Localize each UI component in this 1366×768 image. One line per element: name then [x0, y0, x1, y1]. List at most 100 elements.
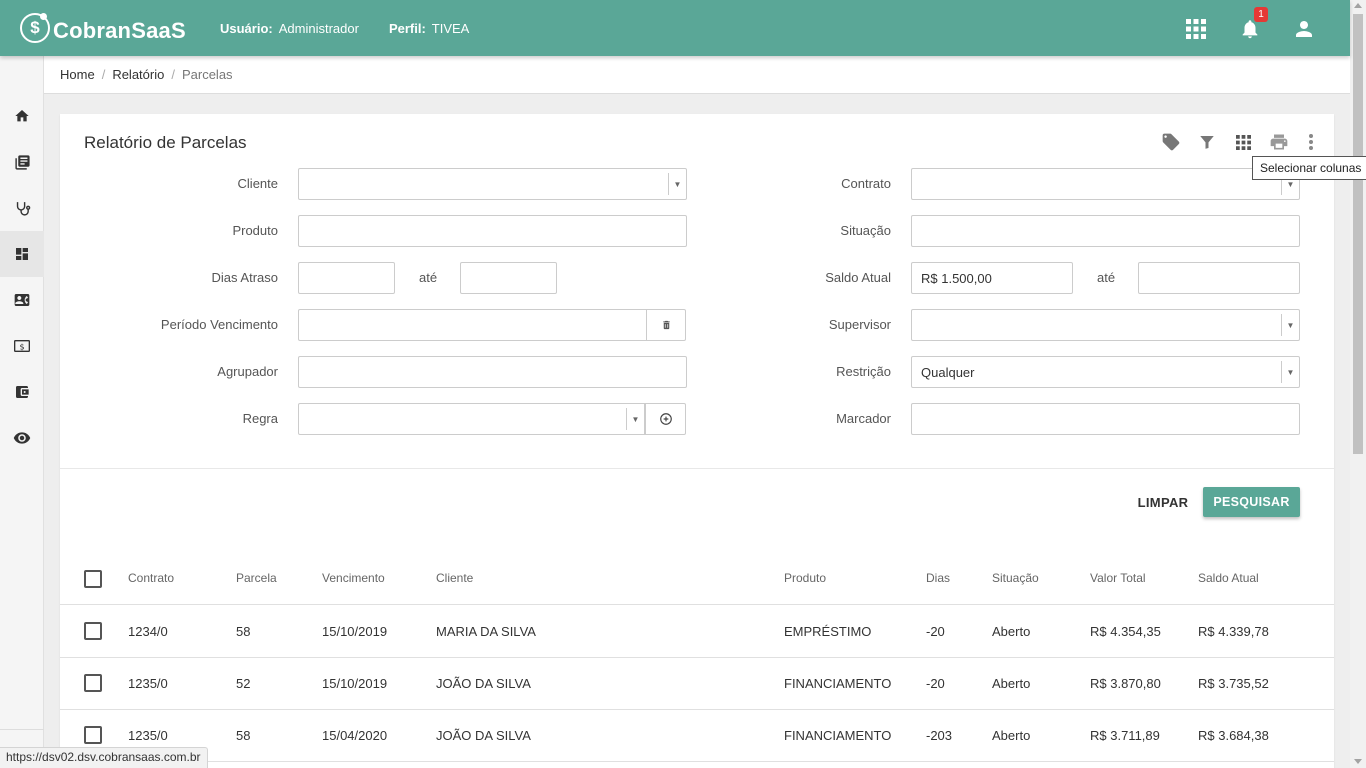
column-header-cliente[interactable]: Cliente [436, 552, 473, 604]
svg-text:$: $ [19, 342, 24, 351]
saldo-atual-label: Saldo Atual [825, 270, 891, 285]
cell-situacao: Aberto [992, 676, 1031, 691]
filter-button[interactable] [1196, 131, 1218, 153]
chevron-down-icon: ▼ [1281, 314, 1299, 336]
page-scrollbar[interactable] [1350, 0, 1366, 768]
scroll-down-arrow-icon[interactable] [1354, 759, 1362, 764]
cell-valor-total: R$ 3.870,80 [1090, 676, 1161, 691]
dias-atraso-to-input[interactable] [460, 262, 557, 294]
eye-icon [13, 432, 31, 444]
column-header-valor-total[interactable]: Valor Total [1090, 552, 1146, 604]
select-all-checkbox[interactable] [84, 570, 102, 588]
produto-input[interactable] [298, 215, 687, 247]
supervisor-select[interactable]: ▼ [911, 309, 1300, 341]
cliente-select[interactable]: ▼ [298, 168, 687, 200]
table-row[interactable]: 1235/0 52 15/10/2019 JOÃO DA SILVA FINAN… [60, 658, 1334, 710]
home-icon [15, 110, 29, 122]
form-divider [60, 468, 1334, 469]
sidebar-item-stethoscope[interactable] [0, 185, 44, 231]
notifications-button[interactable]: 1 [1234, 7, 1268, 44]
add-circle-icon [659, 413, 672, 425]
column-header-saldo-atual[interactable]: Saldo Atual [1198, 552, 1259, 604]
filter-icon [1200, 136, 1214, 149]
saldo-atual-to-input[interactable] [1138, 262, 1300, 294]
periodo-vencimento-label: Período Vencimento [160, 317, 278, 332]
row-checkbox[interactable] [84, 726, 102, 744]
cell-cliente: JOÃO DA SILVA [436, 676, 531, 691]
sidebar-divider [0, 729, 44, 730]
dias-atraso-from-input[interactable] [298, 262, 395, 294]
cell-contrato: 1234/0 [128, 624, 168, 639]
top-app-bar: $ CobranSaaS Usuário: Administrador Perfi… [0, 0, 1350, 56]
clear-button[interactable]: LIMPAR [1135, 487, 1191, 517]
agrupador-input[interactable] [298, 356, 687, 388]
saldo-atual-from-input[interactable]: R$ 1.500,00 [911, 262, 1073, 294]
cell-situacao: Aberto [992, 728, 1031, 743]
user-info-user: Usuário: Administrador [220, 21, 359, 36]
row-checkbox[interactable] [84, 622, 102, 640]
sidebar-item-contacts[interactable] [0, 277, 44, 323]
user-label: Usuário: [220, 21, 273, 36]
app-logo[interactable]: $ CobranSaaS [20, 12, 186, 44]
table-row[interactable]: 1235/0 58 15/04/2020 JOÃO DA SILVA FINAN… [60, 710, 1334, 762]
cell-saldo-atual: R$ 3.684,38 [1198, 728, 1269, 743]
supervisor-label: Supervisor [828, 317, 891, 332]
column-header-vencimento[interactable]: Vencimento [322, 552, 385, 604]
dashboard-icon [16, 248, 28, 260]
clear-period-button[interactable] [646, 309, 686, 341]
breadcrumb-relatorio[interactable]: Relatório [112, 67, 164, 82]
money-icon: $ [14, 340, 30, 352]
page-title: Relatório de Parcelas [84, 133, 247, 152]
apps-button[interactable] [1180, 14, 1212, 44]
book-icon [14, 154, 30, 170]
breadcrumb-current: Parcelas [181, 67, 233, 82]
cell-parcela: 58 [236, 728, 251, 743]
restricao-value: Qualquer [921, 364, 975, 380]
print-button[interactable] [1268, 131, 1290, 153]
column-header-produto[interactable]: Produto [784, 552, 826, 604]
tag-button[interactable] [1160, 131, 1182, 153]
search-button[interactable]: PESQUISAR [1203, 487, 1300, 517]
sidebar-item-view[interactable] [0, 415, 44, 461]
cell-parcela: 52 [236, 676, 251, 691]
periodo-vencimento-input[interactable] [298, 309, 647, 341]
regra-add-button[interactable] [645, 403, 686, 435]
table-row[interactable]: 1234/0 58 15/10/2019 MARIA DA SILVA EMPR… [60, 606, 1334, 658]
produto-label: Produto [232, 223, 278, 238]
stethoscope-icon [16, 201, 30, 216]
user-info-profile: Perfil: TIVEA [389, 21, 469, 36]
restricao-select[interactable]: Qualquer ▼ [911, 356, 1300, 388]
sidebar-item-book[interactable] [0, 139, 44, 185]
scrollbar-thumb[interactable] [1353, 14, 1363, 454]
sidebar-item-dashboard[interactable] [0, 231, 44, 277]
marcador-input[interactable] [911, 403, 1300, 435]
cell-vencimento: 15/04/2020 [322, 728, 388, 743]
row-checkbox[interactable] [84, 674, 102, 692]
contrato-select[interactable]: ▼ [911, 168, 1300, 200]
account-button[interactable] [1288, 14, 1320, 44]
more-button[interactable] [1304, 131, 1318, 153]
apps-icon [1186, 19, 1206, 39]
column-header-contrato[interactable]: Contrato [128, 552, 174, 604]
sidebar-item-wallet[interactable] [0, 369, 44, 415]
sidebar-item-home[interactable] [0, 93, 44, 139]
more-vert-icon [1309, 134, 1313, 150]
breadcrumb-home[interactable]: Home [60, 67, 95, 82]
regra-select[interactable]: ▼ [298, 403, 645, 435]
cell-contrato: 1235/0 [128, 676, 168, 691]
contrato-label: Contrato [841, 176, 891, 191]
situacao-input[interactable] [911, 215, 1300, 247]
user-name: Administrador [278, 21, 359, 36]
column-header-dias[interactable]: Dias [926, 552, 950, 604]
columns-tooltip: Selecionar colunas [1252, 156, 1366, 180]
column-header-parcela[interactable]: Parcela [236, 552, 277, 604]
dias-atraso-label: Dias Atraso [211, 270, 278, 285]
cell-valor-total: R$ 3.711,89 [1090, 728, 1160, 743]
scroll-up-arrow-icon[interactable] [1354, 3, 1362, 8]
sidebar-item-money[interactable]: $ [0, 323, 44, 369]
column-header-situacao[interactable]: Situação [992, 552, 1039, 604]
regra-label: Regra [242, 411, 278, 426]
columns-button[interactable] [1232, 131, 1254, 153]
logo-text: CobranSaaS [53, 18, 186, 43]
situacao-label: Situação [840, 223, 891, 238]
